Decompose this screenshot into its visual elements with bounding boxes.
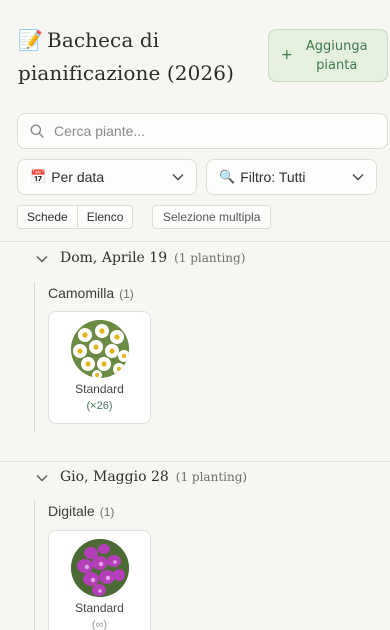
filter-select-value: Filtro: Tutti [240,169,306,185]
plant-name: Camomilla [48,285,115,301]
chevron-down-icon [352,174,364,181]
add-plant-button[interactable]: + Aggiunga pianta [268,29,388,82]
page-title: 📝 Bacheca di pianificazione (2026) [18,24,258,90]
search-box[interactable] [17,113,388,149]
plant-name: Digitale [48,503,95,519]
planting-card[interactable]: Standard (∞) [48,530,151,630]
chevron-down-icon [36,256,48,263]
calendar-icon: 📅 [30,169,47,184]
sort-select-value: Per data [51,169,105,185]
add-plant-label: Aggiunga pianta [305,38,368,73]
group-date: Gio, Maggio 28 [60,469,169,485]
view-toggle: Schede Elenco [17,205,134,229]
divider [0,461,390,462]
date-group-toggle[interactable]: Gio, Maggio 28 (1 planting) [36,469,247,485]
search-icon [30,124,44,138]
planting-card[interactable]: Standard (×26) [48,311,151,424]
sort-select[interactable]: 📅 Per data [17,159,197,195]
magnifier-icon: 🔍 [219,169,236,184]
header: 📝 Bacheca di pianificazione (2026) + Aggi… [0,0,390,100]
page-title-text: Bacheca di pianificazione (2026) [18,28,234,85]
multi-select-button[interactable]: Selezione multipla [152,205,272,229]
chevron-down-icon [172,174,184,181]
group-line [34,282,35,432]
plant-count: (1) [119,287,134,301]
plant-heading: Camomilla (1) [48,285,134,301]
plant-count: (1) [99,505,115,519]
group-date: Dom, Aprile 19 [60,250,168,266]
divider [0,241,390,242]
group-count: (1 planting) [174,251,246,265]
group-count: (1 planting) [175,470,248,484]
search-input[interactable] [54,123,354,139]
filter-select[interactable]: 🔍 Filtro: Tutti [206,159,377,195]
plus-icon: + [281,47,293,63]
plant-heading: Digitale (1) [48,503,114,519]
view-cards-button[interactable]: Schede [18,206,77,228]
memo-icon: 📝 [18,28,44,52]
card-quantity: (∞) [91,619,108,630]
date-group-toggle[interactable]: Dom, Aprile 19 (1 planting) [36,250,245,266]
card-quantity: (×26) [86,400,113,412]
chevron-down-icon [36,475,48,482]
card-variety: Standard [75,382,124,396]
group-line [34,501,35,630]
view-list-button[interactable]: Elenco [76,206,133,228]
chamomile-photo-icon [71,320,129,378]
foxglove-photo-icon [71,539,129,597]
card-variety: Standard [75,601,124,615]
